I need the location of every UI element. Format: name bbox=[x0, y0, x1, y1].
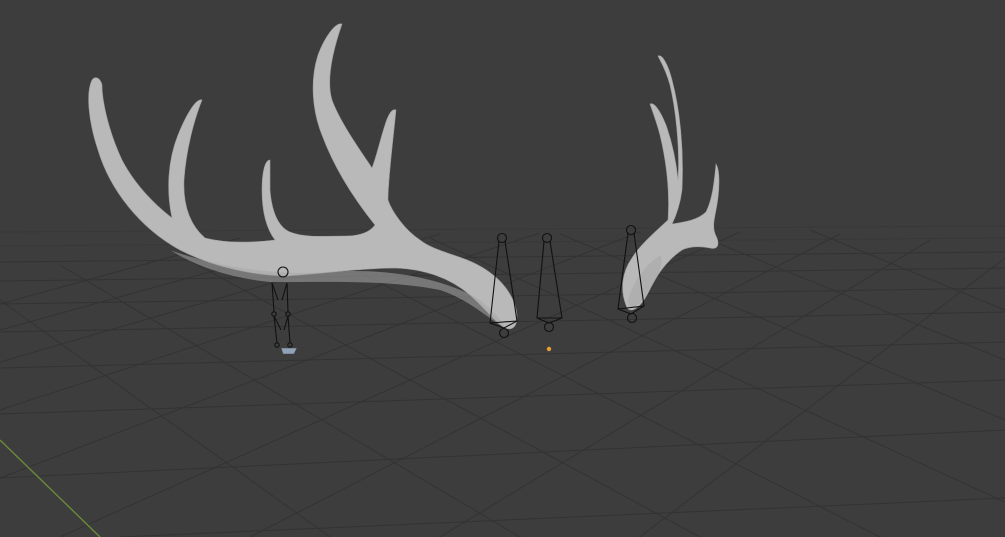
selected-object-origin[interactable] bbox=[546, 346, 552, 352]
floor-grid bbox=[0, 225, 1005, 537]
viewport-canvas[interactable] bbox=[0, 0, 1005, 537]
octahedral-bone-2[interactable] bbox=[536, 232, 563, 333]
3d-viewport[interactable] bbox=[0, 0, 1005, 537]
x-axis-line bbox=[0, 439, 101, 537]
left-antler-mesh[interactable] bbox=[88, 23, 518, 330]
